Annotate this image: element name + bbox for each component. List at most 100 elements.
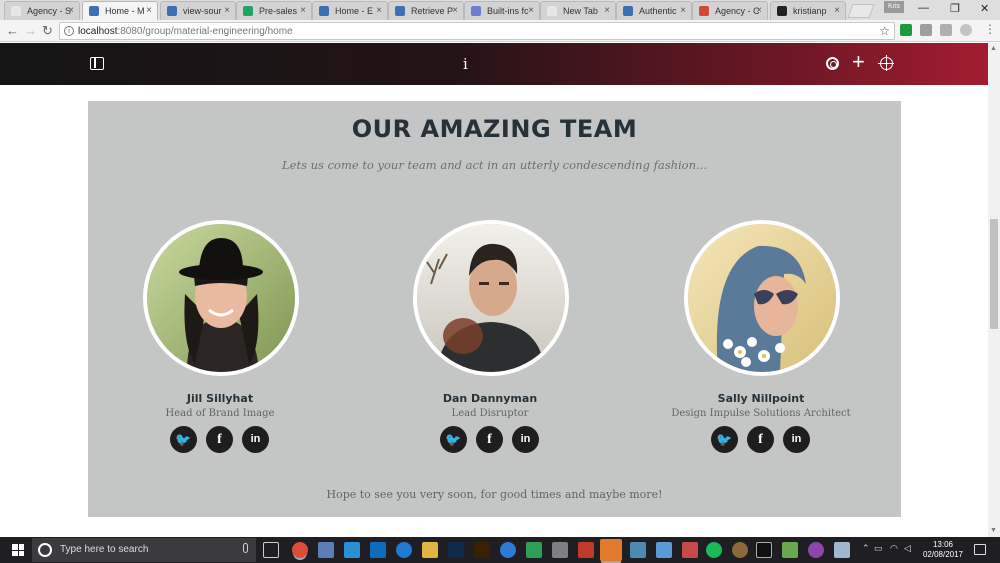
notifications-icon[interactable] [974, 544, 986, 555]
tab-close-icon[interactable]: × [604, 5, 610, 16]
taskbar-search[interactable]: Type here to search [32, 538, 256, 562]
task-view-icon[interactable] [263, 542, 279, 558]
tab-close-icon[interactable]: × [452, 5, 458, 16]
outlook-icon[interactable] [370, 542, 386, 558]
tab-close-icon[interactable]: × [680, 5, 686, 16]
extension-icon[interactable] [940, 24, 952, 36]
terminal-icon[interactable] [756, 542, 772, 558]
member-photo-dan [417, 224, 565, 372]
tab-label: Home - E [335, 6, 374, 16]
microphone-icon[interactable] [243, 543, 248, 553]
tab-label: Retrieve P [411, 6, 454, 16]
network-app-icon[interactable] [318, 542, 334, 558]
tab-close-icon[interactable]: × [300, 5, 306, 16]
settings-gear-icon[interactable] [826, 57, 839, 70]
lightning-app-icon[interactable] [344, 542, 360, 558]
spotify-icon[interactable] [706, 542, 722, 558]
profile-badge[interactable]: Kris [884, 1, 904, 13]
tab-favicon-icon [471, 6, 481, 16]
bookmark-star-icon[interactable]: ☆ [879, 24, 890, 38]
sidebar-toggle-icon[interactable] [90, 57, 104, 70]
reload-icon[interactable]: ↻ [42, 23, 53, 39]
tab-close-icon[interactable]: × [834, 5, 840, 16]
page-scrollbar[interactable]: ▲ ▼ [988, 43, 1000, 537]
chrome-icon[interactable] [292, 542, 308, 558]
tab-close-icon[interactable]: × [224, 5, 230, 16]
tab-close-icon[interactable]: × [376, 5, 382, 16]
app-icon[interactable] [656, 542, 672, 558]
browser-tab[interactable]: Built-ins fc × [464, 1, 540, 20]
browser-tab[interactable]: Agency - S × [4, 1, 80, 20]
taskbar-clock[interactable]: 13:06 02/08/2017 [920, 540, 966, 560]
app-icon[interactable] [808, 542, 824, 558]
skype-icon[interactable] [600, 539, 622, 561]
extension-icon[interactable] [920, 24, 932, 36]
tab-label: Pre-sales [259, 6, 298, 16]
extension-icon[interactable] [960, 24, 972, 36]
linkedin-icon[interactable]: in [783, 426, 810, 453]
browser-tab[interactable]: view-sour × [160, 1, 236, 20]
twitter-icon[interactable]: 🐦 [711, 426, 738, 453]
browser-tab[interactable]: Retrieve P × [388, 1, 464, 20]
store-icon[interactable] [526, 542, 542, 558]
app-icon[interactable] [578, 542, 594, 558]
tab-close-icon[interactable]: × [146, 5, 152, 16]
app-icon[interactable] [630, 542, 646, 558]
member-photo [413, 220, 569, 376]
browser-tab[interactable]: Home - E × [312, 1, 388, 20]
scroll-up-icon[interactable]: ▲ [990, 45, 997, 52]
browser-tab[interactable]: New Tab × [540, 1, 616, 20]
browser-tab[interactable]: Home - M × [82, 1, 158, 20]
member-photo-sally [688, 224, 836, 372]
cortana-icon[interactable] [38, 543, 52, 557]
tab-label: Home - M [105, 6, 145, 16]
restore-icon[interactable]: ❐ [950, 2, 960, 15]
facebook-icon[interactable]: f [206, 426, 233, 453]
app-icon[interactable] [552, 542, 568, 558]
internet-explorer-icon[interactable] [500, 542, 516, 558]
volume-icon[interactable]: ◁ [904, 543, 911, 554]
app-icon[interactable] [682, 542, 698, 558]
app-icon[interactable] [782, 542, 798, 558]
linkedin-icon[interactable]: in [512, 426, 539, 453]
windows-start-icon[interactable] [12, 544, 24, 556]
menu-dots-icon[interactable]: ⋮ [984, 22, 996, 36]
url-path: :8080/group/material-engineering/home [117, 26, 293, 37]
browser-tab[interactable]: Agency - C × [692, 1, 768, 20]
minimize-icon[interactable]: — [918, 2, 929, 14]
settings-app-icon[interactable] [732, 542, 748, 558]
browser-tab[interactable]: kristianp × [770, 1, 846, 20]
add-plus-icon[interactable]: + [852, 50, 865, 74]
photoshop-icon[interactable] [448, 542, 464, 558]
wifi-icon[interactable]: ◠ [890, 543, 898, 554]
site-info-icon[interactable]: i [64, 26, 74, 36]
app-icon[interactable] [834, 542, 850, 558]
tab-close-icon[interactable]: × [68, 5, 74, 16]
twitter-icon[interactable]: 🐦 [170, 426, 197, 453]
facebook-icon[interactable]: f [747, 426, 774, 453]
browser-tab[interactable]: Authentic × [616, 1, 692, 20]
close-window-icon[interactable]: ✕ [980, 2, 989, 15]
info-icon[interactable]: i [463, 55, 468, 73]
address-bar[interactable]: i localhost:8080/group/material-engineer… [59, 22, 895, 40]
facebook-icon[interactable]: f [476, 426, 503, 453]
browser-tab[interactable]: Pre-sales × [236, 1, 312, 20]
extension-icon[interactable] [900, 24, 912, 36]
tab-close-icon[interactable]: × [528, 5, 534, 16]
back-icon[interactable]: ← [6, 23, 19, 38]
illustrator-icon[interactable] [474, 542, 490, 558]
scrollbar-thumb[interactable] [990, 219, 998, 329]
target-icon[interactable] [878, 55, 894, 71]
linkedin-icon[interactable]: in [242, 426, 269, 453]
tray-chevron-icon[interactable]: ⌃ [862, 543, 870, 554]
member-role: Head of Brand Image [165, 408, 275, 419]
file-explorer-icon[interactable] [422, 542, 438, 558]
twitter-icon[interactable]: 🐦 [440, 426, 467, 453]
new-tab-button[interactable] [847, 4, 875, 18]
tray-app-icon[interactable]: ▭ [874, 543, 883, 554]
tab-close-icon[interactable]: × [756, 5, 762, 16]
taskbar-search-placeholder: Type here to search [60, 544, 149, 555]
scroll-down-icon[interactable]: ▼ [990, 527, 997, 534]
forward-icon[interactable]: → [24, 23, 37, 38]
edge-icon[interactable] [396, 542, 412, 558]
